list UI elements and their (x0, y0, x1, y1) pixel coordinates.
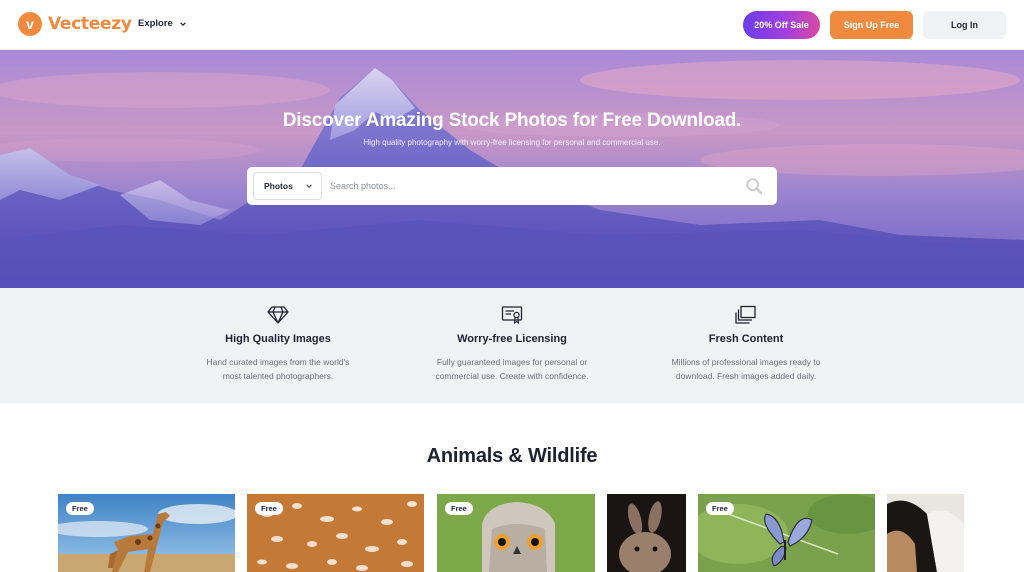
free-badge: Free (66, 502, 94, 515)
feature-description: Hand curated images from the world's most… (206, 357, 350, 381)
photo-card-rabbit[interactable] (607, 494, 686, 572)
hero-banner: Discover Amazing Stock Photos for Free D… (0, 50, 1024, 288)
log-in-button[interactable]: Log In (923, 11, 1006, 39)
feature-description: Millions of professional images ready to… (671, 357, 821, 381)
sign-up-button[interactable]: Sign Up Free (830, 11, 913, 39)
hero-subtitle: High quality photography with worry-free… (363, 138, 661, 147)
logo[interactable]: v Vecteezy (18, 12, 132, 36)
search-bar: Photos (247, 167, 777, 205)
stacked-images-icon (735, 305, 756, 324)
photo-card-dog[interactable] (887, 494, 964, 572)
explore-menu[interactable]: Explore (138, 18, 187, 29)
explore-label: Explore (138, 18, 173, 29)
chevron-down-icon (306, 184, 312, 188)
asset-type-select[interactable]: Photos (253, 172, 322, 200)
feature-title: Fresh Content (708, 333, 784, 345)
hero-title: Discover Amazing Stock Photos for Free D… (282, 110, 742, 131)
features-strip: High Quality Images Hand curated images … (0, 288, 1024, 403)
free-badge: Free (706, 502, 734, 515)
feature-title: Worry-free Licensing (457, 333, 567, 345)
search-icon[interactable] (745, 177, 763, 195)
section-title: Animals & Wildlife (426, 445, 598, 467)
rabbit-photo (607, 494, 686, 572)
feature-title: High Quality Images (225, 333, 331, 345)
free-badge: Free (255, 502, 283, 515)
diamond-icon (267, 306, 289, 324)
photo-card-butterfly[interactable]: Free (698, 494, 875, 572)
logo-icon: v (18, 12, 42, 36)
photo-card-owl[interactable]: Free (437, 494, 595, 572)
top-nav: v Vecteezy Explore 20% Off Sale Sign Up … (0, 0, 1024, 50)
sale-button[interactable]: 20% Off Sale (743, 11, 820, 39)
feature-description: Fully guaranteed images for personal or c… (435, 357, 589, 381)
photo-card-giraffe[interactable]: Free (58, 494, 235, 572)
asset-type-label: Photos (264, 181, 293, 191)
logo-text: Vecteezy (48, 14, 132, 34)
photo-grid: Free Free Free Free (0, 494, 1024, 572)
free-badge: Free (445, 502, 473, 515)
certificate-icon (501, 306, 523, 325)
dog-photo (887, 494, 964, 572)
chevron-down-icon (180, 21, 186, 26)
photo-card-deer-fur[interactable]: Free (247, 494, 424, 572)
search-input[interactable] (330, 172, 745, 200)
